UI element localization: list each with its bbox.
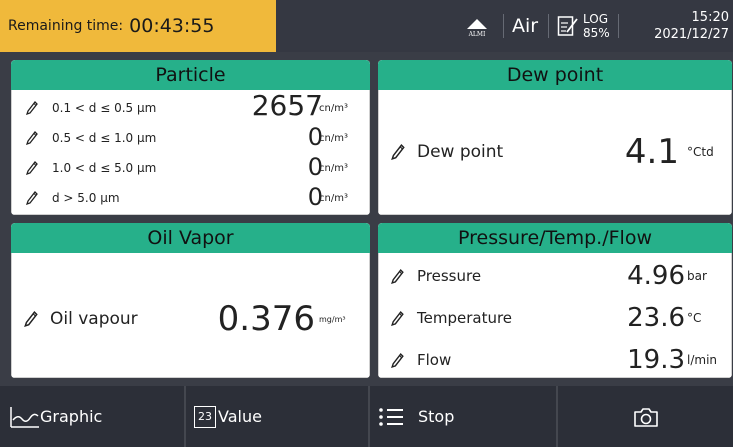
gas-type: Air [512, 15, 539, 37]
log-percent: 85% [583, 26, 610, 40]
clock-date: 2021/12/27 [654, 27, 729, 42]
calendar-icon: 23 [194, 405, 216, 428]
pencil-icon [26, 161, 38, 175]
divider [548, 14, 549, 38]
particle-panel[interactable]: Particle 0.1 < d ≤ 0.5 µm 2657 cn/m³ 0.5… [11, 60, 370, 215]
dewpoint-value: 4.1 [624, 132, 679, 172]
graphic-button[interactable]: Graphic [0, 386, 184, 447]
oil-vapor-unit: mg/m³ [319, 314, 346, 324]
temperature-unit: °C [687, 311, 702, 325]
value-button[interactable]: 23 Value [186, 386, 368, 447]
bottom-toolbar: Graphic 23 Value Stop [0, 386, 733, 447]
divider [618, 14, 619, 38]
log-indicator[interactable]: LOG 85% [557, 0, 610, 52]
remaining-time-label: Remaining time: [8, 18, 124, 34]
alarm-triangle-icon [467, 18, 487, 29]
camera-icon [633, 407, 658, 427]
dewpoint-panel[interactable]: Dew point Dew point 4.1 °Ctd [378, 60, 732, 215]
particle-row-value: 2657 [251, 89, 323, 122]
particle-row: d > 5.0 µm 0 cn/m³ [12, 183, 369, 213]
pencil-icon [26, 101, 38, 115]
particle-row-label: 0.1 < d ≤ 0.5 µm [52, 101, 157, 115]
particle-title: Particle [11, 60, 370, 90]
oil-vapor-label: Oil vapour [50, 309, 138, 329]
ptf-body: Pressure 4.96 bar Temperature 23.6 °C Fl… [378, 253, 732, 378]
ptf-row: Flow 19.3 l/min [379, 343, 731, 377]
stop-label: Stop [418, 407, 455, 426]
temperature-label: Temperature [417, 309, 513, 327]
dewpoint-row: Dew point 4.1 °Ctd [379, 130, 731, 174]
remaining-time-value: 00:43:55 [129, 15, 215, 37]
dewpoint-body: Dew point 4.1 °Ctd [378, 90, 732, 215]
dewpoint-unit: °Ctd [687, 145, 714, 159]
pencil-icon [24, 311, 38, 327]
flow-unit: l/min [687, 353, 718, 367]
particle-row-unit: cn/m³ [319, 132, 348, 144]
remaining-time: Remaining time: 00:43:55 [0, 0, 276, 52]
oil-vapor-title: Oil Vapor [11, 223, 370, 253]
line-chart-icon [10, 406, 39, 428]
pencil-icon [26, 191, 38, 205]
dewpoint-title: Dew point [378, 60, 732, 90]
clock: 15:20 2021/12/27 [654, 0, 729, 52]
pencil-icon [391, 310, 404, 326]
ptf-row: Pressure 4.96 bar [379, 259, 731, 293]
particle-row-unit: cn/m³ [319, 162, 348, 174]
clock-time: 15:20 [691, 10, 729, 25]
value-label: Value [218, 407, 262, 426]
temperature-value: 23.6 [627, 303, 685, 333]
particle-row-unit: cn/m³ [319, 102, 348, 114]
ptf-title: Pressure/Temp./Flow [378, 223, 732, 253]
status-bar: Remaining time: 00:43:55 ALMI Air LOG 85… [0, 0, 733, 52]
particle-row: 0.1 < d ≤ 0.5 µm 2657 cn/m³ [12, 89, 369, 123]
particle-row-label: 1.0 < d ≤ 5.0 µm [52, 161, 157, 175]
alarm-label: ALMI [468, 30, 486, 38]
alarm-indicator[interactable]: ALMI [463, 0, 491, 52]
pencil-icon [26, 131, 38, 145]
oil-vapor-row: Oil vapour 0.376 mg/m³ [12, 297, 369, 341]
particle-row: 0.5 < d ≤ 1.0 µm 0 cn/m³ [12, 123, 369, 153]
flow-value: 19.3 [627, 345, 685, 375]
particle-row: 1.0 < d ≤ 5.0 µm 0 cn/m³ [12, 153, 369, 183]
divider [503, 14, 504, 38]
pencil-icon [391, 144, 405, 160]
particle-row-label: d > 5.0 µm [52, 191, 120, 205]
pencil-icon [391, 352, 404, 368]
oil-vapor-panel[interactable]: Oil Vapor Oil vapour 0.376 mg/m³ [11, 223, 370, 378]
stop-button[interactable]: Stop [370, 386, 556, 447]
dewpoint-label: Dew point [417, 142, 504, 162]
particle-row-label: 0.5 < d ≤ 1.0 µm [52, 131, 157, 145]
pencil-icon [391, 268, 404, 284]
graphic-label: Graphic [40, 407, 103, 426]
oil-vapor-body: Oil vapour 0.376 mg/m³ [11, 253, 370, 378]
particle-row-unit: cn/m³ [319, 192, 348, 204]
oil-vapor-value: 0.376 [217, 299, 315, 339]
camera-button[interactable] [558, 386, 733, 447]
ptf-row: Temperature 23.6 °C [379, 301, 731, 335]
pressure-value: 4.96 [627, 261, 685, 291]
pressure-label: Pressure [417, 267, 482, 285]
log-notepad-icon [557, 16, 578, 36]
list-icon [379, 407, 403, 426]
ptf-panel[interactable]: Pressure/Temp./Flow Pressure 4.96 bar Te… [378, 223, 732, 378]
particle-body: 0.1 < d ≤ 0.5 µm 2657 cn/m³ 0.5 < d ≤ 1.… [11, 89, 370, 215]
pressure-unit: bar [687, 269, 707, 283]
log-label: LOG [583, 12, 609, 26]
flow-label: Flow [417, 351, 452, 369]
